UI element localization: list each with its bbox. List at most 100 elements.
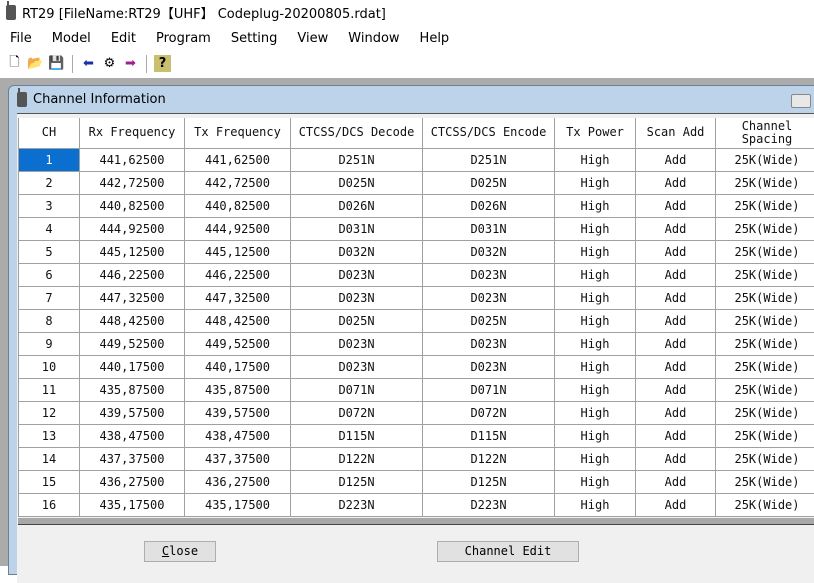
column-header[interactable]: Tx Frequency [185,118,291,148]
table-cell[interactable]: High [555,378,636,401]
table-cell[interactable]: 446,22500 [80,263,185,286]
table-cell[interactable]: 25K(Wide) [716,378,814,401]
table-cell[interactable]: D025N [423,309,555,332]
table-cell[interactable]: D032N [291,240,423,263]
table-cell[interactable]: Add [636,240,716,263]
new-file-icon[interactable]: 🗋 [6,55,23,72]
table-cell[interactable]: High [555,332,636,355]
table-cell[interactable]: 440,82500 [185,194,291,217]
table-cell[interactable]: 435,87500 [185,378,291,401]
menu-help[interactable]: Help [410,31,460,46]
table-cell[interactable]: 436,27500 [185,470,291,493]
table-cell[interactable]: D025N [423,171,555,194]
table-row[interactable]: 4444,92500444,92500D031ND031NHighAdd25K(… [19,217,814,240]
table-cell[interactable]: Add [636,171,716,194]
table-row[interactable]: 5445,12500445,12500D032ND032NHighAdd25K(… [19,240,814,263]
help-icon[interactable]: ? [154,55,171,72]
table-row[interactable]: 13438,47500438,47500D115ND115NHighAdd25K… [19,424,814,447]
table-cell[interactable]: D031N [291,217,423,240]
table-cell[interactable]: D026N [291,194,423,217]
table-cell[interactable]: D026N [423,194,555,217]
table-row[interactable]: 9449,52500449,52500D023ND023NHighAdd25K(… [19,332,814,355]
table-cell[interactable]: Add [636,263,716,286]
write-arrow-icon[interactable]: ➡ [122,55,139,72]
table-cell[interactable]: Add [636,401,716,424]
table-cell[interactable]: 25K(Wide) [716,332,814,355]
table-cell[interactable]: 449,52500 [185,332,291,355]
table-cell[interactable]: 437,37500 [185,447,291,470]
table-cell[interactable]: 447,32500 [185,286,291,309]
table-cell[interactable]: 448,42500 [80,309,185,332]
column-header[interactable]: Rx Frequency [80,118,185,148]
table-row[interactable]: 16435,17500435,17500D223ND223NHighAdd25K… [19,493,814,516]
table-cell[interactable]: 25K(Wide) [716,171,814,194]
table-row[interactable]: 15436,27500436,27500D125ND125NHighAdd25K… [19,470,814,493]
table-cell[interactable]: D115N [423,424,555,447]
table-cell[interactable]: 25K(Wide) [716,470,814,493]
table-cell[interactable]: 435,17500 [80,493,185,516]
table-cell[interactable]: High [555,401,636,424]
menu-program[interactable]: Program [146,31,221,46]
table-cell[interactable]: High [555,470,636,493]
table-cell[interactable]: 6 [19,263,80,286]
open-folder-icon[interactable]: 📂 [27,55,44,72]
table-row[interactable]: 10440,17500440,17500D023ND023NHighAdd25K… [19,355,814,378]
table-row[interactable]: 12439,57500439,57500D072ND072NHighAdd25K… [19,401,814,424]
table-cell[interactable]: 10 [19,355,80,378]
table-cell[interactable]: D251N [423,148,555,171]
column-header[interactable]: Tx Power [555,118,636,148]
table-row[interactable]: 2442,72500442,72500D025ND025NHighAdd25K(… [19,171,814,194]
table-cell[interactable]: 441,62500 [80,148,185,171]
table-cell[interactable]: 442,72500 [185,171,291,194]
table-cell[interactable]: 436,27500 [80,470,185,493]
column-header[interactable]: CTCSS/DCS Decode [291,118,423,148]
table-cell[interactable]: 447,32500 [80,286,185,309]
table-cell[interactable]: 3 [19,194,80,217]
table-cell[interactable]: 435,17500 [185,493,291,516]
table-cell[interactable]: Add [636,447,716,470]
table-row[interactable]: 6446,22500446,22500D023ND023NHighAdd25K(… [19,263,814,286]
menu-model[interactable]: Model [42,31,101,46]
table-cell[interactable]: D122N [423,447,555,470]
table-cell[interactable]: 7 [19,286,80,309]
table-cell[interactable]: 16 [19,493,80,516]
table-cell[interactable]: D115N [291,424,423,447]
menu-file[interactable]: File [0,31,42,46]
table-row[interactable]: 14437,37500437,37500D122ND122NHighAdd25K… [19,447,814,470]
table-cell[interactable]: 13 [19,424,80,447]
radio-settings-icon[interactable]: ⚙ [101,55,118,72]
table-cell[interactable]: 440,82500 [80,194,185,217]
table-cell[interactable]: 1 [19,148,80,171]
table-cell[interactable]: D023N [423,355,555,378]
table-cell[interactable]: High [555,194,636,217]
table-row[interactable]: 1441,62500441,62500D251ND251NHighAdd25K(… [19,148,814,171]
table-cell[interactable]: 25K(Wide) [716,217,814,240]
table-cell[interactable]: D023N [291,263,423,286]
table-cell[interactable]: 4 [19,217,80,240]
table-cell[interactable]: Add [636,332,716,355]
table-cell[interactable]: 12 [19,401,80,424]
table-cell[interactable]: High [555,447,636,470]
table-cell[interactable]: 440,17500 [185,355,291,378]
table-cell[interactable]: D032N [423,240,555,263]
table-cell[interactable]: D125N [423,470,555,493]
table-cell[interactable]: Add [636,286,716,309]
table-cell[interactable]: 2 [19,171,80,194]
table-cell[interactable]: High [555,286,636,309]
table-cell[interactable]: High [555,263,636,286]
table-cell[interactable]: Add [636,355,716,378]
table-cell[interactable]: D023N [423,286,555,309]
table-cell[interactable]: D023N [291,355,423,378]
table-cell[interactable]: 438,47500 [185,424,291,447]
read-arrow-icon[interactable]: ⬅ [80,55,97,72]
menu-edit[interactable]: Edit [101,31,146,46]
column-header[interactable]: CH [19,118,80,148]
table-cell[interactable]: Add [636,493,716,516]
table-cell[interactable]: 445,12500 [185,240,291,263]
table-cell[interactable]: Add [636,217,716,240]
minimize-button[interactable] [791,94,811,108]
column-header[interactable]: CTCSS/DCS Encode [423,118,555,148]
column-header[interactable]: Channel Spacing [716,118,814,148]
table-row[interactable]: 3440,82500440,82500D026ND026NHighAdd25K(… [19,194,814,217]
table-cell[interactable]: 15 [19,470,80,493]
